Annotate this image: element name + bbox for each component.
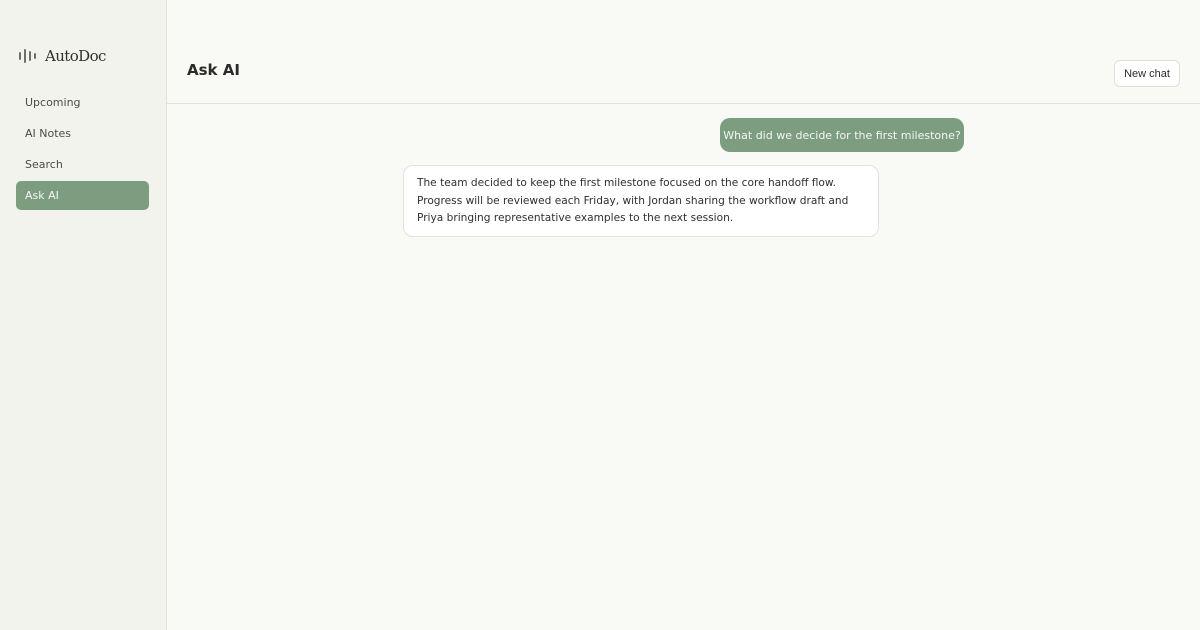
- waveform-icon: [19, 48, 36, 64]
- user-message: What did we decide for the first milesto…: [720, 118, 964, 152]
- app-window: AutoDoc Upcoming AI Notes Search Ask AI …: [0, 0, 1200, 630]
- assistant-message: The team decided to keep the first miles…: [403, 165, 879, 237]
- sidebar-item-search[interactable]: Search: [16, 150, 149, 179]
- new-chat-button[interactable]: New chat: [1114, 60, 1180, 87]
- sidebar-item-ask-ai[interactable]: Ask AI: [16, 181, 149, 210]
- sidebar-item-upcoming[interactable]: Upcoming: [16, 88, 149, 117]
- sidebar-nav: Upcoming AI Notes Search Ask AI: [16, 88, 149, 212]
- brand-logo[interactable]: AutoDoc: [19, 46, 106, 66]
- page-title: Ask AI: [187, 61, 240, 79]
- brand-name: AutoDoc: [45, 47, 106, 65]
- sidebar: AutoDoc Upcoming AI Notes Search Ask AI: [0, 0, 167, 630]
- chat-thread[interactable]: What did we decide for the first milesto…: [167, 104, 1200, 630]
- header: Ask AI New chat: [167, 0, 1200, 104]
- main-panel: Ask AI New chat What did we decide for t…: [167, 0, 1200, 630]
- sidebar-item-ai-notes[interactable]: AI Notes: [16, 119, 149, 148]
